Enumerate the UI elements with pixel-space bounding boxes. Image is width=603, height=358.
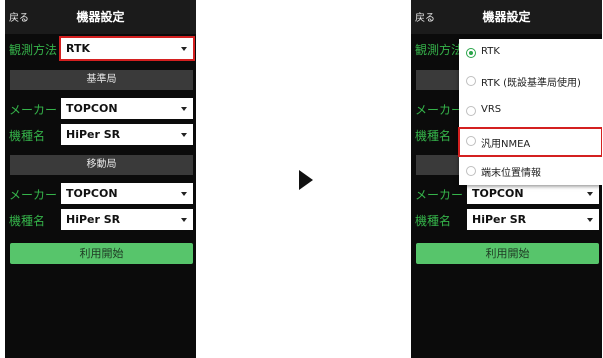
dropdown-option-device-location[interactable]: 端末位置情報 <box>459 159 602 185</box>
survey-method-label: 観測方法 <box>415 43 464 57</box>
base-station-section-header: 基準局 <box>10 70 193 90</box>
option-label: VRS <box>481 104 502 115</box>
base-maker-value: TOPCON <box>66 102 118 115</box>
base-model-label: 機種名 <box>415 129 452 143</box>
option-label: RTK (既設基準局使用) <box>481 78 581 89</box>
survey-method-select[interactable]: RTK <box>59 36 195 61</box>
option-label: RTK <box>481 46 500 57</box>
dropdown-option-vrs[interactable]: VRS <box>459 99 602 125</box>
dropdown-option-nmea[interactable]: 汎用NMEA <box>458 127 602 157</box>
start-button[interactable]: 利用開始 <box>10 243 193 264</box>
radio-icon <box>466 136 476 146</box>
chevron-down-icon <box>181 47 187 51</box>
rover-maker-select[interactable]: TOPCON <box>467 183 599 204</box>
base-model-label: 機種名 <box>9 129 46 143</box>
rover-maker-label: メーカー <box>415 188 464 202</box>
start-button[interactable]: 利用開始 <box>416 243 599 264</box>
rover-maker-select[interactable]: TOPCON <box>61 183 193 204</box>
phone-screen-after: 戻る 機器設定 観測方法 メーカー 機種名 メーカー TOPCON 機種名 Hi… <box>411 0 602 358</box>
rover-model-value: HiPer SR <box>66 213 121 226</box>
survey-method-label: 観測方法 <box>9 43 58 57</box>
survey-method-value: RTK <box>66 42 91 55</box>
rover-maker-value: TOPCON <box>66 187 118 200</box>
radio-selected-icon <box>466 48 476 58</box>
app-header: 戻る 機器設定 <box>5 0 196 34</box>
chevron-down-icon <box>587 192 593 196</box>
radio-icon <box>466 106 476 116</box>
base-model-value: HiPer SR <box>66 128 121 141</box>
app-header: 戻る 機器設定 <box>411 0 602 34</box>
option-label: 端末位置情報 <box>481 168 541 179</box>
radio-icon <box>466 166 476 176</box>
chevron-down-icon <box>587 218 593 222</box>
rover-model-value: HiPer SR <box>472 213 527 226</box>
rover-maker-label: メーカー <box>9 188 58 202</box>
dropdown-option-rtk[interactable]: RTK <box>459 41 602 67</box>
dropdown-option-rtk-existing-base[interactable]: RTK (既設基準局使用) <box>459 69 602 95</box>
page-title: 機器設定 <box>76 10 125 24</box>
chevron-down-icon <box>181 107 187 111</box>
rover-model-select[interactable]: HiPer SR <box>61 209 193 230</box>
chevron-down-icon <box>181 192 187 196</box>
radio-icon <box>466 76 476 86</box>
rover-section-header: 移動局 <box>10 155 193 175</box>
page-title: 機器設定 <box>482 10 531 24</box>
rover-model-label: 機種名 <box>415 214 452 228</box>
chevron-down-icon <box>181 133 187 137</box>
base-maker-label: メーカー <box>9 103 58 117</box>
option-label: 汎用NMEA <box>481 139 531 150</box>
arrow-right-icon <box>299 170 313 190</box>
base-model-select[interactable]: HiPer SR <box>61 124 193 145</box>
rover-model-select[interactable]: HiPer SR <box>467 209 599 230</box>
rover-maker-value: TOPCON <box>472 187 524 200</box>
base-maker-select[interactable]: TOPCON <box>61 98 193 119</box>
base-maker-label: メーカー <box>415 103 464 117</box>
phone-screen-before: 戻る 機器設定 観測方法 RTK 基準局 メーカー TOPCON 機種名 HiP… <box>5 0 196 358</box>
rover-model-label: 機種名 <box>9 214 46 228</box>
chevron-down-icon <box>181 218 187 222</box>
survey-method-dropdown: RTK RTK (既設基準局使用) VRS 汎用NMEA 端末位置情報 <box>458 39 602 185</box>
